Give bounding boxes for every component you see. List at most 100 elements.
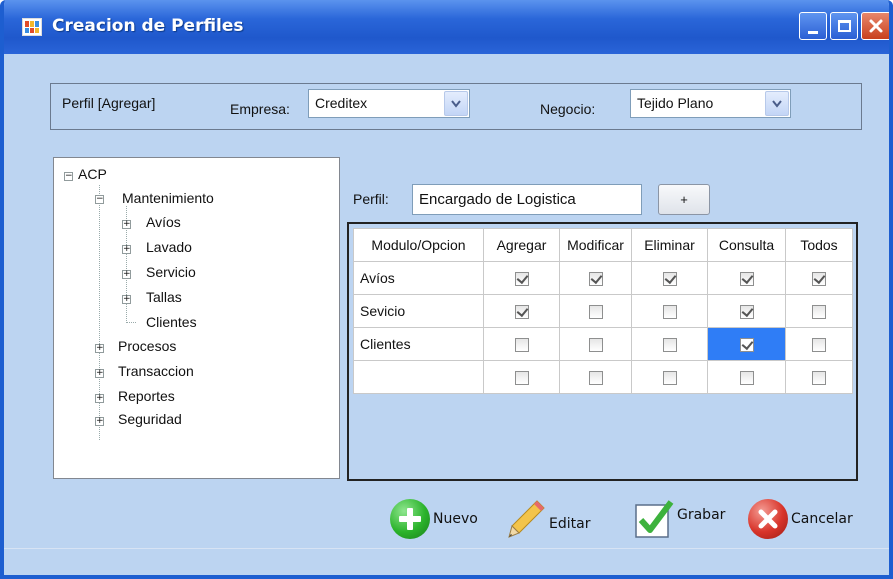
permission-cell[interactable] (631, 327, 708, 361)
nuevo-button[interactable]: Nuevo (390, 497, 478, 541)
permission-cell[interactable] (785, 261, 853, 295)
table-row[interactable] (353, 360, 853, 394)
column-header[interactable]: Consulta (707, 228, 786, 262)
maximize-button[interactable] (830, 12, 858, 40)
permission-cell[interactable] (631, 294, 708, 328)
column-header[interactable]: Agregar (483, 228, 560, 262)
module-tree[interactable]: − ACP − Mantenimiento + Avíos + Lavado +… (53, 157, 340, 479)
expand-icon[interactable]: + (122, 220, 131, 229)
tree-node-seguridad[interactable]: Seguridad (118, 411, 182, 427)
expand-icon[interactable]: + (122, 245, 131, 254)
permission-cell[interactable] (483, 360, 560, 394)
permission-checkbox[interactable] (812, 371, 826, 386)
permission-cell[interactable] (707, 294, 786, 328)
chevron-down-icon[interactable] (444, 91, 468, 116)
permission-cell[interactable] (785, 327, 853, 361)
expand-icon[interactable]: + (95, 417, 104, 426)
permission-cell[interactable] (483, 327, 560, 361)
permission-cell[interactable] (559, 294, 632, 328)
perfil-field[interactable] (412, 184, 642, 215)
negocio-combo[interactable]: Tejido Plano (630, 89, 791, 118)
module-name-cell[interactable]: Avíos (353, 261, 484, 295)
tree-node-procesos[interactable]: Procesos (118, 338, 176, 354)
expand-icon[interactable]: + (95, 344, 104, 353)
permission-cell[interactable] (707, 360, 786, 394)
grabar-button[interactable]: Grabar (634, 497, 725, 541)
permission-checkbox[interactable] (662, 338, 677, 353)
expand-icon[interactable]: + (95, 369, 104, 378)
close-button[interactable] (861, 12, 889, 40)
permission-checkbox[interactable] (514, 371, 529, 386)
editar-button[interactable]: Editar (507, 497, 590, 541)
title-bar[interactable]: Creacion de Perfiles (4, 0, 889, 54)
permission-cell[interactable] (559, 327, 632, 361)
permission-checkbox[interactable] (812, 305, 826, 320)
editar-label: Editar (549, 516, 591, 532)
permission-checkbox[interactable] (662, 272, 677, 287)
permission-cell[interactable] (483, 261, 560, 295)
empresa-combo[interactable]: Creditex (308, 89, 470, 118)
module-name-cell[interactable] (353, 360, 484, 394)
permissions-grid[interactable]: Modulo/Opcion Agregar Modificar Eliminar… (347, 222, 858, 481)
column-header[interactable]: Modificar (559, 228, 632, 262)
minimize-icon (808, 30, 818, 34)
permission-cell[interactable] (559, 360, 632, 394)
table-row[interactable]: Sevicio (353, 294, 853, 328)
permission-checkbox[interactable] (739, 371, 754, 386)
collapse-icon[interactable]: − (64, 172, 73, 181)
tree-node-acp[interactable]: ACP (78, 166, 107, 182)
tree-node-mantenimiento[interactable]: Mantenimiento (122, 190, 214, 206)
maximize-icon (837, 20, 851, 32)
permission-checkbox[interactable] (514, 272, 529, 287)
tree-node-reportes[interactable]: Reportes (118, 388, 175, 404)
column-header[interactable]: Eliminar (631, 228, 708, 262)
permission-checkbox[interactable] (588, 371, 603, 386)
permission-checkbox[interactable] (739, 272, 754, 287)
window-title: Creacion de Perfiles (52, 16, 244, 36)
tree-node-transaccion[interactable]: Transaccion (118, 363, 194, 379)
tree-node-tallas[interactable]: Tallas (146, 289, 182, 305)
permission-checkbox[interactable] (739, 305, 754, 320)
minimize-button[interactable] (799, 12, 827, 40)
perfil-input[interactable] (413, 185, 641, 214)
window: Creacion de Perfiles Perfil [Agregar] Em… (0, 0, 893, 579)
permission-checkbox[interactable] (739, 338, 754, 353)
chevron-down-icon[interactable] (765, 91, 789, 116)
permission-cell[interactable] (631, 261, 708, 295)
add-perfil-button[interactable]: + (658, 184, 710, 215)
permission-checkbox[interactable] (514, 338, 529, 353)
permission-checkbox[interactable] (588, 272, 603, 287)
permission-cell[interactable] (483, 294, 560, 328)
collapse-icon[interactable]: − (95, 195, 104, 204)
permission-cell[interactable] (785, 294, 853, 328)
tree-node-clientes[interactable]: Clientes (146, 314, 197, 330)
tree-node-lavado[interactable]: Lavado (146, 239, 192, 255)
divider (4, 548, 889, 549)
tree-node-servicio[interactable]: Servicio (146, 264, 196, 280)
expand-icon[interactable]: + (95, 394, 104, 403)
table-row[interactable]: Avíos (353, 261, 853, 295)
permission-cell[interactable] (631, 360, 708, 394)
module-name-cell[interactable]: Sevicio (353, 294, 484, 328)
grabar-label: Grabar (677, 507, 726, 523)
permission-checkbox[interactable] (514, 305, 529, 320)
expand-icon[interactable]: + (122, 270, 131, 279)
plus-circle-icon (390, 499, 430, 539)
module-name-cell[interactable]: Clientes (353, 327, 484, 361)
permission-checkbox[interactable] (588, 305, 603, 320)
permission-cell[interactable] (785, 360, 853, 394)
permission-cell[interactable] (559, 261, 632, 295)
cancelar-button[interactable]: Cancelar (748, 497, 853, 541)
expand-icon[interactable]: + (122, 295, 131, 304)
permission-checkbox[interactable] (588, 338, 603, 353)
permission-checkbox[interactable] (662, 371, 677, 386)
tree-node-avios[interactable]: Avíos (146, 214, 181, 230)
permission-checkbox[interactable] (812, 338, 826, 353)
column-header[interactable]: Modulo/Opcion (353, 228, 484, 262)
table-row[interactable]: Clientes (353, 327, 853, 361)
permission-checkbox[interactable] (812, 272, 826, 287)
permission-checkbox[interactable] (662, 305, 677, 320)
permission-cell[interactable] (707, 327, 786, 361)
permission-cell[interactable] (707, 261, 786, 295)
column-header[interactable]: Todos (785, 228, 853, 262)
